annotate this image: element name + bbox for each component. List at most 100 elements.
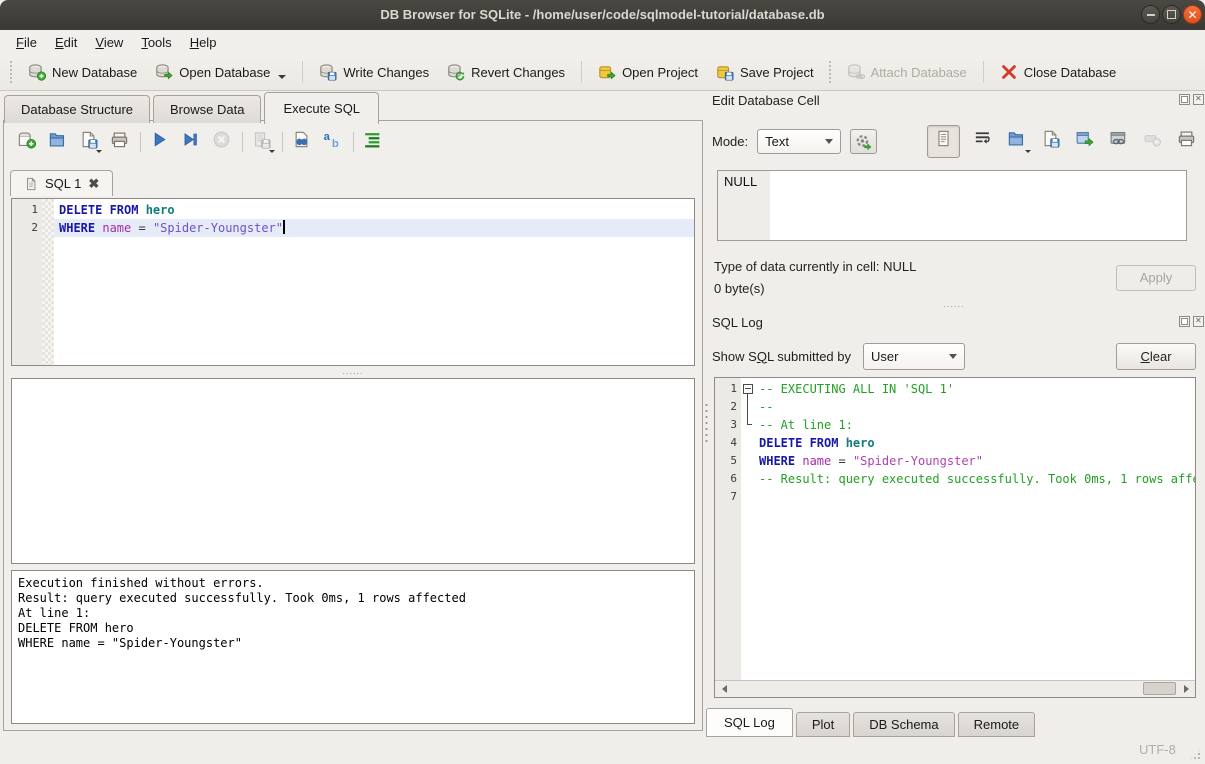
float-dock-icon[interactable]	[1179, 94, 1190, 105]
fold-margin[interactable]	[741, 380, 757, 398]
scrollbar-thumb[interactable]	[1143, 682, 1176, 695]
close-dock-icon[interactable]	[1193, 316, 1204, 327]
attach-database-button[interactable]: Attach Database	[838, 58, 976, 86]
open-external-button[interactable]	[1072, 129, 1096, 153]
toolbar-separator	[282, 132, 283, 152]
sql-document-tab[interactable]: SQL 1 ✖	[10, 170, 113, 196]
menu-view[interactable]: View	[86, 32, 132, 53]
set-null-icon	[1143, 129, 1162, 153]
new-sql-tab-icon	[17, 130, 36, 154]
dropdown-caret-icon[interactable]	[269, 150, 275, 153]
tab-execute-sql[interactable]: Execute SQL	[264, 92, 379, 124]
open-project-icon	[598, 63, 616, 81]
menu-help[interactable]: Help	[181, 32, 226, 53]
sql-editor[interactable]: 1DELETE FROM hero2WHERE name = "Spider-Y…	[11, 198, 695, 366]
cell-editor[interactable]: NULL	[717, 170, 1187, 241]
minimize-button[interactable]	[1141, 5, 1160, 24]
dropdown-caret-icon[interactable]	[96, 150, 102, 153]
export-data-button[interactable]	[1038, 129, 1062, 153]
toolbar-separator	[242, 132, 243, 152]
import-data-button[interactable]	[1004, 129, 1028, 153]
auto-format-button[interactable]	[360, 130, 384, 154]
cell-log-splitter[interactable]: ......	[712, 300, 1196, 310]
chevron-down-icon	[825, 139, 833, 144]
close-database-button[interactable]: Close Database	[991, 58, 1126, 86]
apply-button[interactable]: Apply	[1116, 265, 1196, 291]
close-dock-icon[interactable]	[1193, 94, 1204, 105]
auto-switch-mode-button[interactable]	[850, 129, 877, 154]
toolbar-separator	[302, 61, 303, 83]
dock-tab-plot[interactable]: Plot	[796, 712, 850, 737]
open-sql-file-button[interactable]	[45, 130, 69, 154]
save-sql-file-button[interactable]	[76, 130, 100, 154]
resize-grip[interactable]	[1189, 748, 1202, 761]
message-line: WHERE name = "Spider-Youngster"	[18, 636, 694, 651]
revert-changes-button[interactable]: Revert Changes	[438, 58, 574, 86]
print-cell-button[interactable]	[1174, 129, 1198, 153]
new-sql-tab-button[interactable]	[14, 130, 38, 154]
line-number: 4	[715, 434, 741, 452]
sql-log-view[interactable]: 1-- EXECUTING ALL IN 'SQL 1'2--3-- At li…	[714, 377, 1196, 698]
log-line-4: 4DELETE FROM hero	[715, 434, 1195, 452]
link-data-button[interactable]	[1106, 129, 1130, 153]
line-number: 6	[715, 470, 741, 488]
toolbar-grip[interactable]	[828, 60, 833, 84]
dropdown-caret-icon[interactable]	[278, 75, 286, 79]
toolbar-grip[interactable]	[9, 60, 14, 84]
execute-current-line-button[interactable]	[178, 130, 202, 154]
message-line: Execution finished without errors.	[18, 576, 694, 591]
line-number: 2	[715, 398, 741, 416]
log-line-7: 7	[715, 488, 1195, 506]
menu-tools[interactable]: Tools	[132, 32, 180, 53]
set-null-button[interactable]	[1140, 129, 1164, 153]
print-sql-button[interactable]	[107, 130, 131, 154]
write-changes-button[interactable]: Write Changes	[310, 58, 438, 86]
app-window: DB Browser for SQLite - /home/user/code/…	[0, 0, 1205, 764]
fold-margin	[741, 488, 757, 506]
new-database-button[interactable]: New Database	[19, 58, 146, 86]
log-line-2: 2--	[715, 398, 1195, 416]
execute-all-icon	[150, 130, 169, 154]
stop-execution-button[interactable]	[209, 130, 233, 154]
execute-all-button[interactable]	[147, 130, 171, 154]
editor-results-splitter[interactable]: ......	[4, 367, 702, 377]
dock-tab-sql-log[interactable]: SQL Log	[706, 708, 793, 737]
log-line-1: 1-- EXECUTING ALL IN 'SQL 1'	[715, 380, 1195, 398]
find-button[interactable]	[289, 130, 313, 154]
float-dock-icon[interactable]	[1179, 316, 1190, 327]
text-mode-toggle-button[interactable]	[927, 125, 960, 158]
close-tab-icon[interactable]: ✖	[88, 178, 99, 190]
sql-log-dock-header: SQL Log	[712, 315, 1198, 331]
toolbar-separator	[140, 132, 141, 152]
close-button[interactable]: ✕	[1183, 5, 1202, 24]
log-horizontal-scrollbar[interactable]	[715, 680, 1195, 697]
find-replace-button[interactable]: ab	[320, 130, 344, 154]
dock-tab-remote[interactable]: Remote	[958, 712, 1036, 737]
word-wrap-button[interactable]	[970, 129, 994, 153]
tab-database-structure[interactable]: Database Structure	[4, 95, 150, 123]
menu-edit[interactable]: Edit	[46, 32, 86, 53]
dock-tab-db-schema[interactable]: DB Schema	[853, 712, 954, 737]
submitted-by-select[interactable]: User	[863, 343, 965, 370]
tab-browse-data[interactable]: Browse Data	[153, 95, 261, 123]
fold-margin	[741, 398, 757, 416]
encoding-indicator[interactable]: UTF-8	[1139, 742, 1176, 757]
revert-changes-icon	[447, 63, 465, 81]
menu-file[interactable]: File	[7, 32, 46, 53]
open-external-icon	[1075, 129, 1094, 153]
link-data-icon	[1109, 129, 1128, 153]
maximize-button[interactable]	[1162, 5, 1181, 24]
titlebar: DB Browser for SQLite - /home/user/code/…	[0, 0, 1205, 31]
save-project-button[interactable]: Save Project	[707, 58, 823, 86]
open-project-button[interactable]: Open Project	[589, 58, 707, 86]
scroll-right-icon[interactable]	[1179, 683, 1193, 695]
fold-collapse-icon[interactable]	[743, 384, 753, 394]
vertical-splitter-handle[interactable]	[704, 400, 709, 446]
svg-text:b: b	[331, 138, 338, 149]
save-results-button[interactable]	[249, 130, 273, 154]
scroll-left-icon[interactable]	[717, 683, 731, 695]
dropdown-caret-icon[interactable]	[1025, 150, 1031, 153]
clear-log-button[interactable]: Clear	[1116, 343, 1196, 370]
mode-select[interactable]: Text	[757, 129, 841, 154]
open-database-button[interactable]: Open Database	[146, 58, 295, 86]
